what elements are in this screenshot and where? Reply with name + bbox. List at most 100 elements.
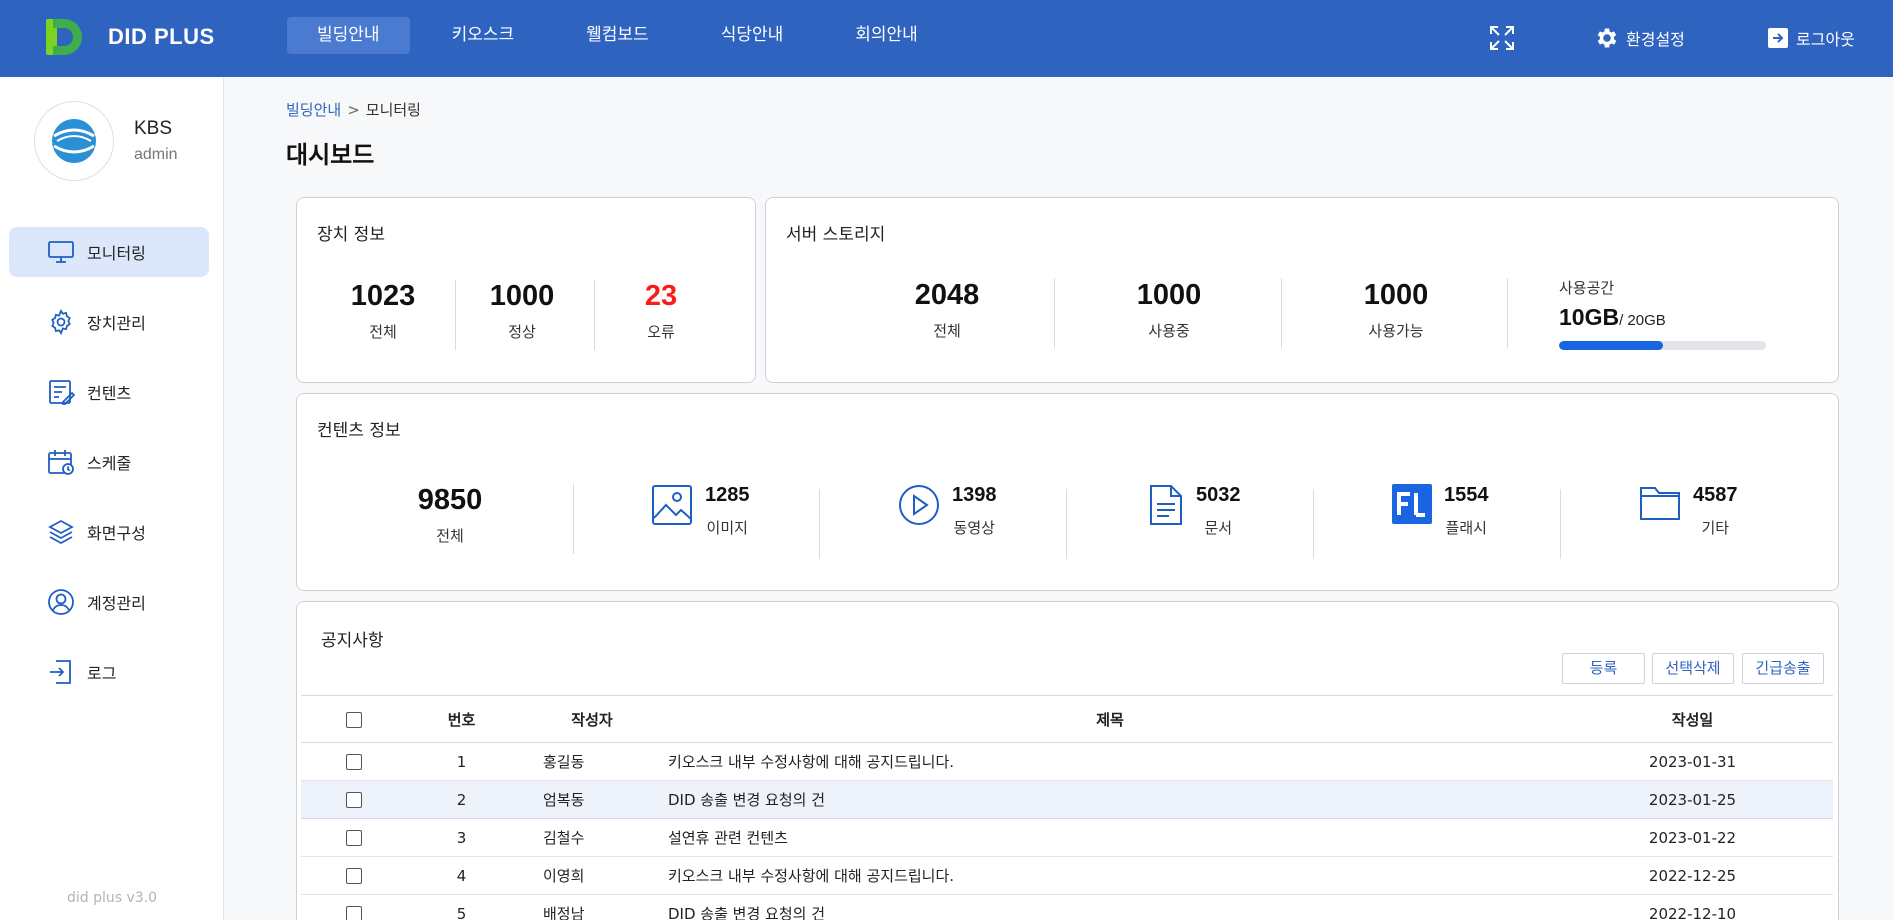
row-title[interactable]: 키오스크 내부 수정사항에 대해 공지드립니다. xyxy=(668,856,1552,895)
row-author: 배정남 xyxy=(516,894,668,920)
row-title[interactable]: 키오스크 내부 수정사항에 대해 공지드립니다. xyxy=(668,742,1552,781)
row-checkbox[interactable] xyxy=(346,868,362,884)
settings-button[interactable]: 환경설정 xyxy=(1594,20,1685,56)
row-select-cell xyxy=(301,742,407,781)
stat-value: 23 xyxy=(644,280,678,312)
row-title[interactable]: DID 송출 변경 요청의 건 xyxy=(668,780,1552,819)
logout-label: 로그아웃 xyxy=(1796,30,1855,49)
fullscreen-button[interactable] xyxy=(1488,20,1522,56)
nav-meeting-info[interactable]: 회의안내 xyxy=(825,17,948,54)
row-title[interactable]: 설연휴 관련 컨텐츠 xyxy=(668,818,1552,857)
nav-kiosk[interactable]: 키오스크 xyxy=(422,17,545,54)
storage-total: / 20GB xyxy=(1619,312,1666,329)
row-checkbox[interactable] xyxy=(346,754,362,770)
stat-value: 5032 xyxy=(1196,484,1241,506)
row-date: 2022-12-10 xyxy=(1552,894,1833,920)
storage-total-stat: 2048 전체 xyxy=(892,279,1002,341)
kbs-logo-icon xyxy=(52,119,96,163)
page-title: 대시보드 xyxy=(286,141,375,169)
row-date: 2023-01-31 xyxy=(1552,742,1833,781)
row-checkbox[interactable] xyxy=(346,906,362,920)
row-checkbox[interactable] xyxy=(346,830,362,846)
user-profile: KBS admin xyxy=(34,101,178,181)
stat-value: 4587 xyxy=(1693,484,1738,506)
calendar-icon xyxy=(48,450,74,475)
stat-value: 2048 xyxy=(914,279,980,311)
device-error-stat: 23 오류 xyxy=(611,280,711,342)
table-row[interactable]: 1 홍길동 키오스크 내부 수정사항에 대해 공지드립니다. 2023-01-31 xyxy=(301,742,1833,781)
storage-progress-bar xyxy=(1559,341,1766,350)
delete-selected-button[interactable]: 선택삭제 xyxy=(1652,653,1734,684)
sidebar-item-device-management[interactable]: 장치관리 xyxy=(9,297,209,347)
settings-label: 환경설정 xyxy=(1626,30,1685,49)
sidebar-item-label: 로그 xyxy=(87,664,117,683)
storage-in-use-stat: 1000 사용중 xyxy=(1114,279,1224,341)
main-nav: 빌딩안내 키오스크 웰컴보드 식당안내 회의안내 xyxy=(287,17,960,54)
table-row[interactable]: 2 엄복동 DID 송출 변경 요청의 건 2023-01-25 xyxy=(301,780,1833,819)
row-number: 3 xyxy=(407,818,516,857)
sidebar-item-label: 스케줄 xyxy=(87,454,132,473)
brand-logo[interactable]: DID PLUS xyxy=(44,18,215,56)
stat-value: 9850 xyxy=(417,484,483,516)
emergency-broadcast-button[interactable]: 긴급송출 xyxy=(1742,653,1824,684)
table-row[interactable]: 4 이영희 키오스크 내부 수정사항에 대해 공지드립니다. 2022-12-25 xyxy=(301,856,1833,895)
table-row[interactable]: 3 김철수 설연휴 관련 컨텐츠 2023-01-22 xyxy=(301,818,1833,857)
row-author: 엄복동 xyxy=(516,780,668,819)
stat-label: 정상 xyxy=(508,323,536,341)
column-header-author: 작성자 xyxy=(516,695,668,743)
stat-value: 1000 xyxy=(489,280,555,312)
row-title[interactable]: DID 송출 변경 요청의 건 xyxy=(668,894,1552,920)
row-author: 홍길동 xyxy=(516,742,668,781)
stat-label: 기타 xyxy=(1701,519,1730,537)
column-header-no: 번호 xyxy=(407,695,516,743)
storage-usage-value: 10GB/ 20GB xyxy=(1559,304,1666,331)
stat-label: 문서 xyxy=(1204,519,1233,537)
row-select-cell xyxy=(301,780,407,819)
divider xyxy=(1281,278,1282,348)
sidebar-item-monitoring[interactable]: 모니터링 xyxy=(9,227,209,277)
sidebar-item-account-management[interactable]: 계정관리 xyxy=(9,577,209,627)
row-date: 2022-12-25 xyxy=(1552,856,1833,895)
sidebar-item-label: 화면구성 xyxy=(87,524,146,543)
device-total-stat: 1023 전체 xyxy=(333,280,433,342)
breadcrumb-parent[interactable]: 빌딩안내 xyxy=(286,101,341,119)
user-name: KBS xyxy=(134,118,173,139)
gear-icon xyxy=(51,309,71,335)
sidebar-item-screen-layout[interactable]: 화면구성 xyxy=(9,507,209,557)
breadcrumb-current: 모니터링 xyxy=(365,101,421,119)
contents-image-stat: 1285 이미지 xyxy=(651,484,750,538)
divider xyxy=(1313,489,1314,559)
fullscreen-icon xyxy=(1490,26,1514,50)
contents-etc-stat: 4587 기타 xyxy=(1639,484,1738,538)
nav-restaurant-info[interactable]: 식당안내 xyxy=(691,17,814,54)
sidebar-item-schedule[interactable]: 스케줄 xyxy=(9,437,209,487)
stat-value: 1023 xyxy=(350,280,416,312)
breadcrumb-separator: > xyxy=(347,101,360,119)
logout-button[interactable]: 로그아웃 xyxy=(1766,20,1855,56)
play-icon xyxy=(899,485,939,525)
card-title: 장치 정보 xyxy=(317,225,385,245)
document-icon xyxy=(1150,485,1182,525)
side-menu: 모니터링 장치관리 컨텐츠 스케줄 화면구성 계정관리 로그 xyxy=(9,227,209,717)
storage-used: 10GB xyxy=(1559,304,1620,330)
row-checkbox[interactable] xyxy=(346,792,362,808)
nav-welcome-board[interactable]: 웰컴보드 xyxy=(556,17,679,54)
select-all-checkbox[interactable] xyxy=(346,711,362,728)
divider xyxy=(573,484,574,554)
table-row[interactable]: 5 배정남 DID 송출 변경 요청의 건 2022-12-10 xyxy=(301,894,1833,920)
user-circle-icon xyxy=(48,589,74,615)
user-role: admin xyxy=(134,146,178,163)
sidebar-item-contents[interactable]: 컨텐츠 xyxy=(9,367,209,417)
avatar xyxy=(34,101,114,181)
storage-progress-fill xyxy=(1559,341,1663,350)
sidebar-item-log[interactable]: 로그 xyxy=(9,647,209,697)
row-date: 2023-01-22 xyxy=(1552,818,1833,857)
contents-video-stat: 1398 동영상 xyxy=(898,484,997,538)
stat-label: 오류 xyxy=(647,323,675,341)
contents-flash-stat: 1554 플래시 xyxy=(1392,484,1489,538)
nav-building-info[interactable]: 빌딩안내 xyxy=(287,17,410,54)
card-title: 컨텐츠 정보 xyxy=(317,421,401,441)
stat-value: 1000 xyxy=(1363,279,1429,311)
register-button[interactable]: 등록 xyxy=(1562,653,1645,684)
folder-icon xyxy=(1640,487,1680,520)
